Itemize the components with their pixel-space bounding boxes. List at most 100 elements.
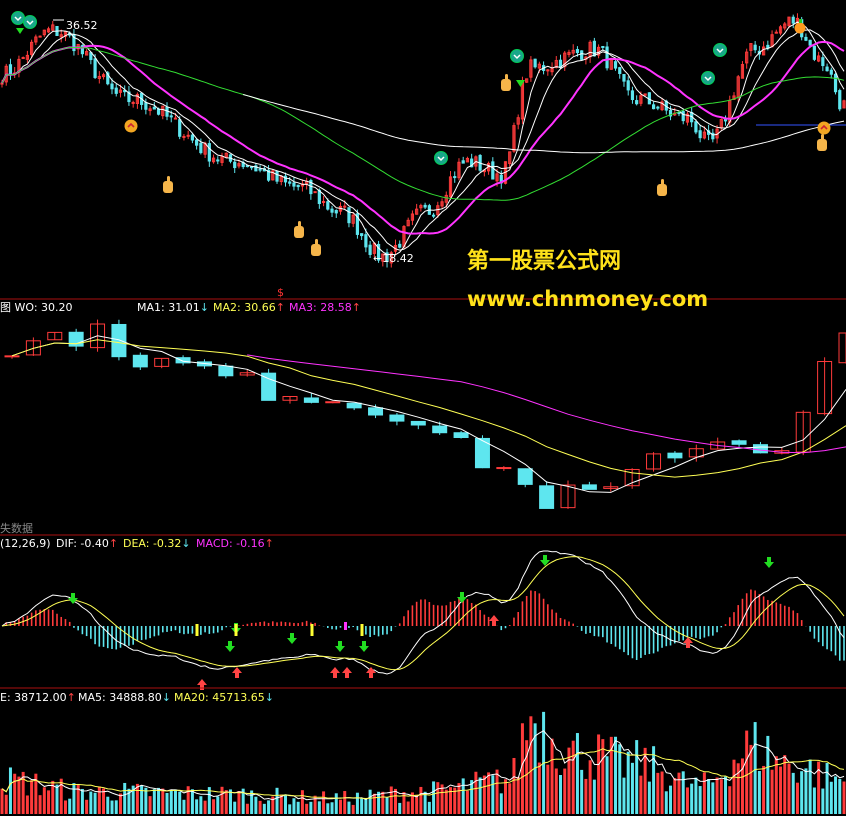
volume-bar [664,791,668,814]
volume-bar [554,768,558,814]
volume-bar [795,782,799,814]
volume-bar [491,775,495,814]
volume-bar [237,791,241,814]
volume-bar [300,790,304,814]
volume-bar [525,740,529,814]
wo-candle-body [731,440,747,445]
price-candle-body [694,121,698,133]
wo-candle-body [4,355,20,358]
volume-bar [161,788,165,814]
volume-bar [719,779,723,814]
price-candle-body [601,45,605,48]
volume-bar [660,771,664,814]
volume-bar [245,803,249,814]
vol-ma5-label: MA5: 34888.80↓ [78,691,171,704]
volume-bar [690,783,694,814]
volume-bar [563,768,567,814]
price-candle-body [195,139,199,146]
volume-bar [173,789,177,814]
volume-bar [779,766,783,814]
volume-bar [652,746,656,814]
volume-bar [601,739,605,814]
hand-finger-icon [298,221,301,228]
volume-bar [499,793,503,814]
volume-bar [580,769,584,814]
volume-bar [550,738,554,814]
volume-bar [495,769,499,814]
price-candle-body [698,130,702,139]
price-candle-body [546,69,550,72]
volume-bar [677,772,681,814]
price-candle-body [656,106,660,109]
volume-bar [250,790,254,814]
volume-bar [152,789,156,814]
wo-candle-body [410,420,426,426]
price-candle-body [330,208,334,213]
volume-bar [148,796,152,814]
price-candle-body [453,176,457,179]
volume-bar [288,804,292,814]
volume-bar [457,783,461,814]
price-candle-body [190,134,195,141]
price-candle-body [152,106,156,110]
volume-bar [470,780,474,814]
volume-bar [275,787,279,814]
volume-bar [195,799,199,814]
volume-bar [787,763,791,814]
price-candle-body [321,200,326,203]
wo-candle-body [325,401,341,404]
volume-bar [614,736,618,814]
volume-bar [63,800,67,814]
volume-bar [0,788,4,814]
price-candle-body [360,233,364,237]
volume-bar [842,781,846,814]
volume-bar [444,789,448,814]
volume-bar [30,780,34,814]
price-candle-body [431,214,436,217]
price-candle-body [753,44,757,51]
volume-bar [821,788,825,814]
price-candle-body [618,67,622,74]
wo-candle-body [667,452,683,459]
volume-bar [216,796,220,814]
volume-bar [639,775,643,814]
volume-bar [309,801,313,814]
volume-bar [618,744,622,814]
volume-bar [393,788,397,814]
wo-candle-body [432,425,448,434]
volume-bar [406,801,410,814]
signal-teal-icon [23,15,37,29]
volume-bar [351,804,355,814]
volume-bar [630,762,634,814]
volume-bar [322,791,326,814]
volume-bar [4,794,8,814]
volume-bar [529,716,533,814]
hand-finger-icon [661,179,664,186]
price-candle-body [292,182,296,187]
wo-title: 图 WO: 30.20 [0,301,73,314]
wo-candle-body [581,484,597,490]
volume-bar [685,787,689,814]
price-candle-body [38,35,42,38]
hand-finger-icon [505,74,508,81]
volume-bar [203,800,207,814]
volume-bar [199,796,203,814]
volume-bar [144,787,148,814]
volume-bar [715,777,719,814]
volume-bar [360,798,364,814]
volume-bar [292,798,296,814]
volume-bar [220,786,224,814]
volume-bar [385,797,389,814]
volume-bar [512,757,516,814]
volume-bar [118,793,122,814]
volume-bar [398,802,402,814]
volume-bar [487,772,491,814]
wo-candle-body [517,468,533,485]
volume-bar [432,781,436,814]
volume-bar [724,776,728,814]
volume-bar [753,722,757,814]
stock-chart[interactable]: 36.52 ←18.42 $ 第一股票公式网 www.chnmoney.com … [0,0,846,816]
volume-bar [800,771,804,814]
price-candle-body [613,61,618,69]
volume-bar [825,763,829,814]
